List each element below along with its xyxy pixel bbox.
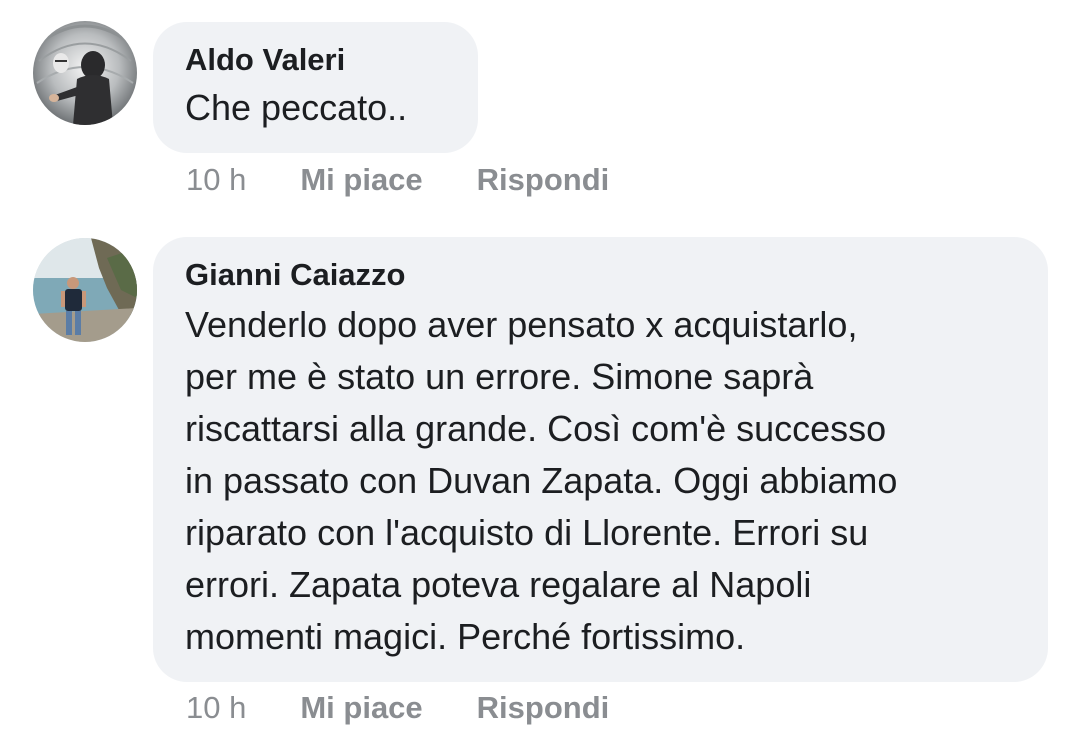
comment-author[interactable]: Gianni Caiazzo <box>185 257 1048 293</box>
comment: Gianni Caiazzo Venderlo dopo aver pensat… <box>0 0 1080 735</box>
like-button[interactable]: Mi piace <box>300 690 422 726</box>
comment-text-line: riparato con l'acquisto di Llorente. Err… <box>185 512 869 553</box>
comment-bubble: Gianni Caiazzo Venderlo dopo aver pensat… <box>153 237 1048 682</box>
comment-text-line: momenti magici. Perché fortissimo. <box>185 616 746 657</box>
comment-text-line: errori. Zapata poteva regalare al Napoli <box>185 564 812 605</box>
reply-button[interactable]: Rispondi <box>477 690 610 726</box>
comment-actions: 10 h Mi piace Rispondi <box>186 690 609 726</box>
avatar[interactable] <box>33 238 137 342</box>
avatar-photo <box>33 238 137 342</box>
comment-text-line: in passato con Duvan Zapata. Oggi abbiam… <box>185 460 898 501</box>
comment-text-line: riscattarsi alla grande. Così com'è succ… <box>185 408 887 449</box>
comment-timestamp[interactable]: 10 h <box>186 690 246 726</box>
comment-text-line: per me è stato un errore. Simone saprà <box>185 356 814 397</box>
comment-text-line: Venderlo dopo aver pensato x acquistarlo… <box>185 304 858 345</box>
